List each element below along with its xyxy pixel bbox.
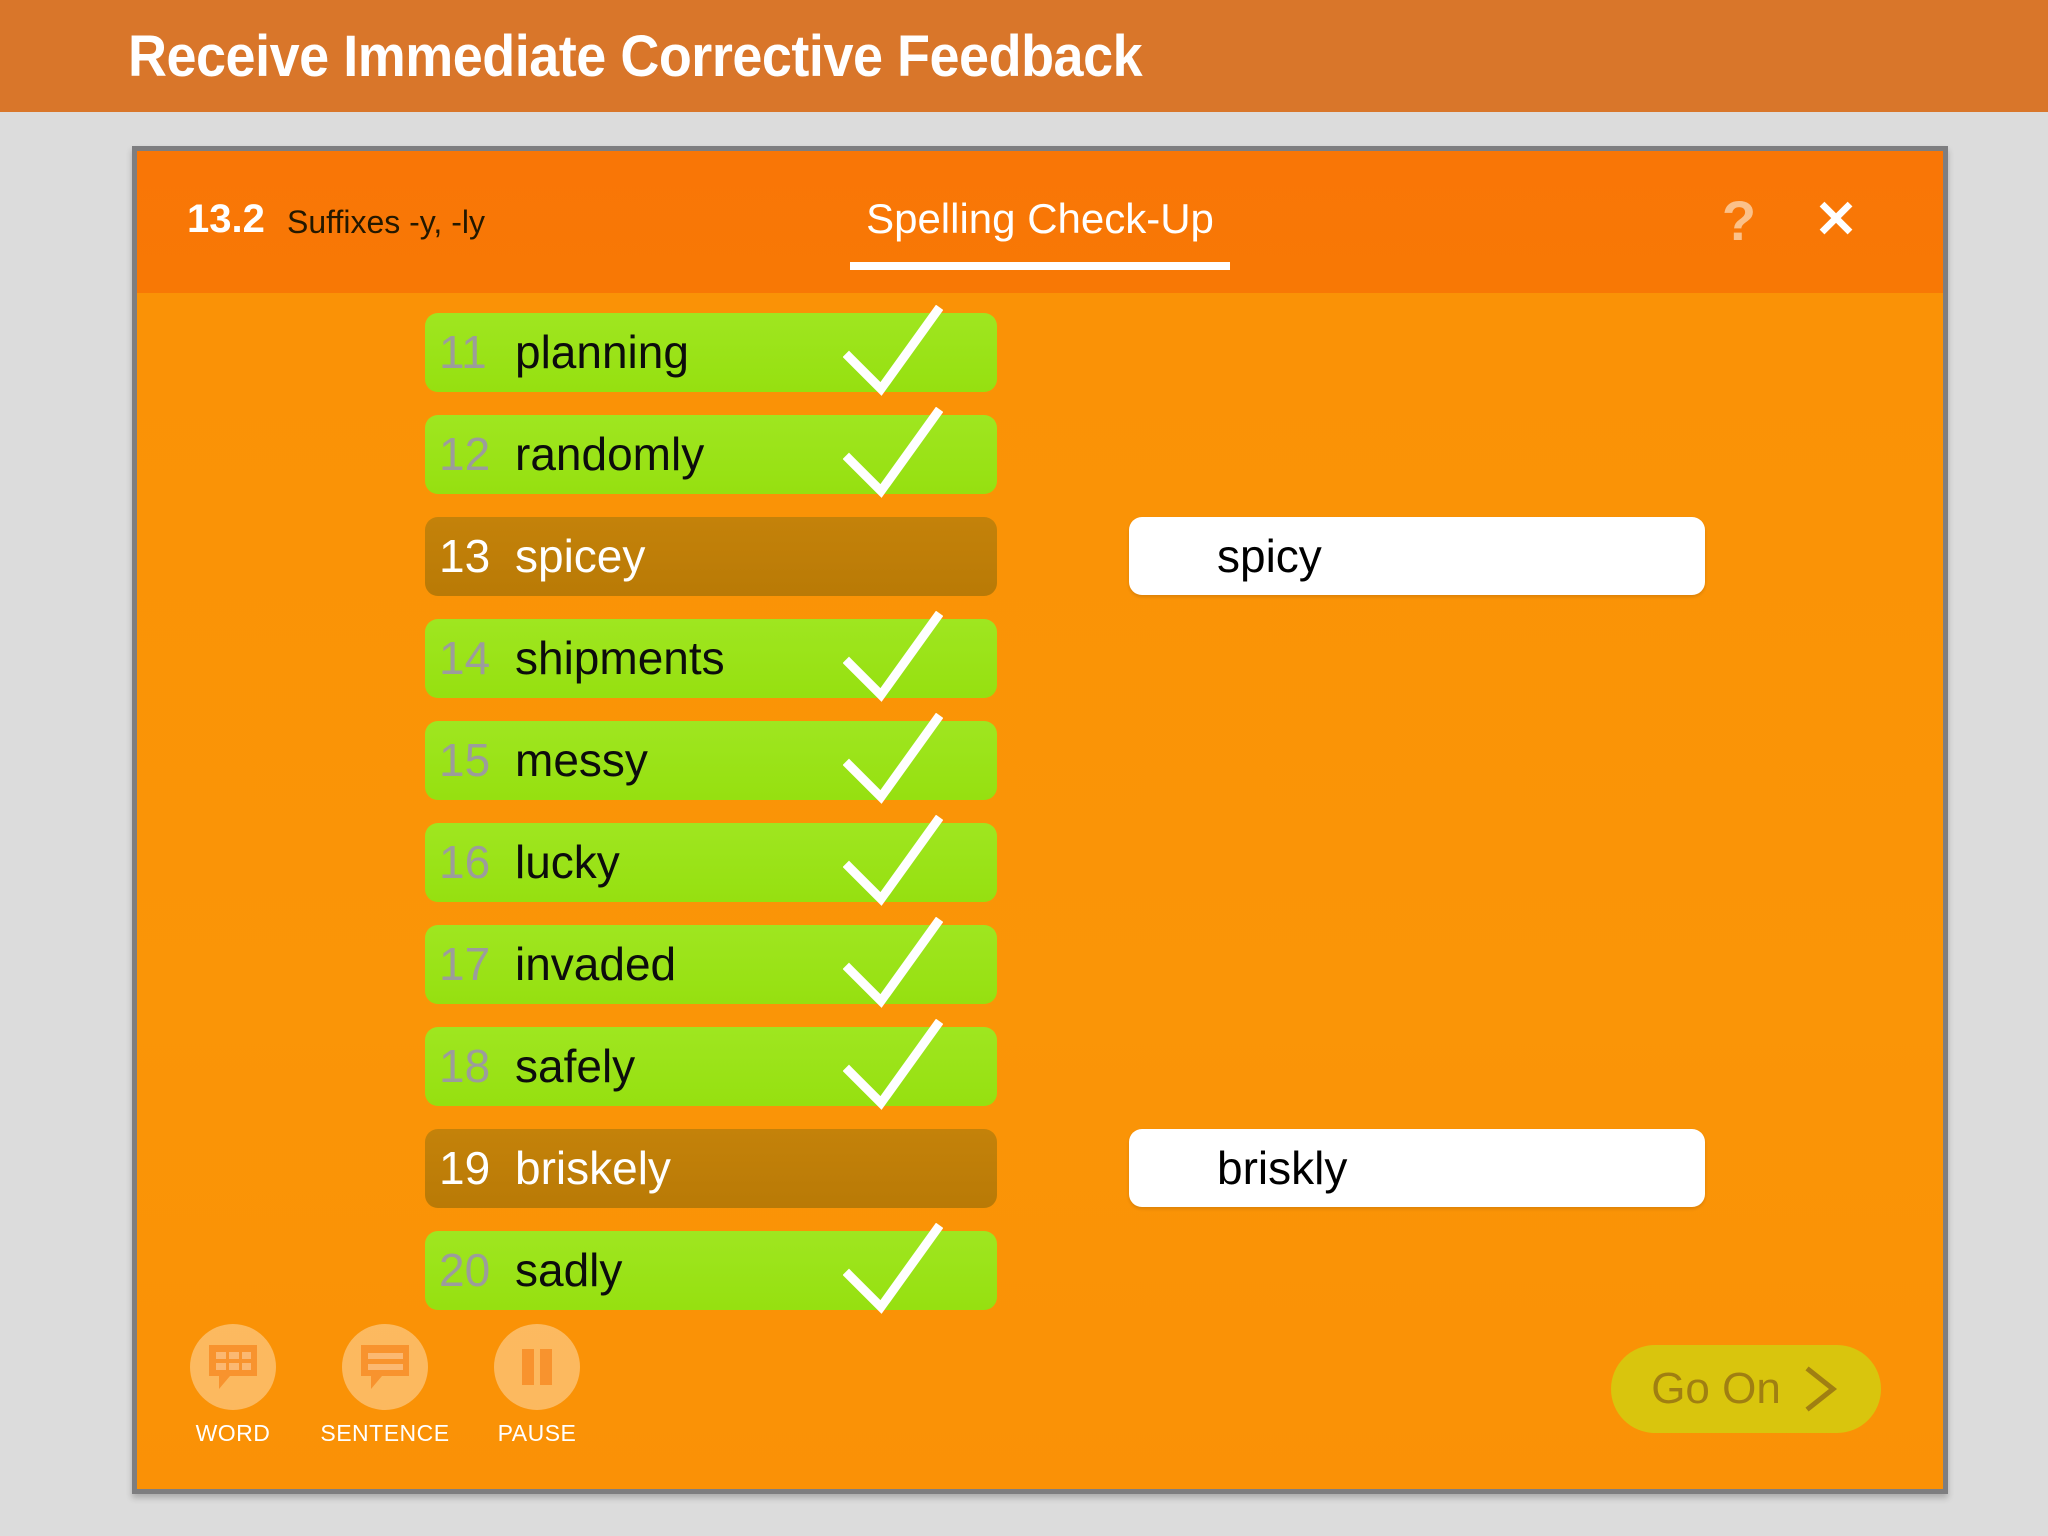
correction-box: spicy	[1129, 517, 1705, 595]
spelling-word-list: 11 planning 12 randomly 13 spicey spicy 14 shipm…	[425, 305, 1915, 1333]
checkmark-icon	[843, 1019, 943, 1111]
word-row-text: spicey	[515, 530, 646, 582]
lesson-number: 13.2	[187, 197, 265, 241]
word-row-index: 16	[439, 836, 491, 888]
word-chip-13[interactable]: 13 spicey	[425, 517, 997, 596]
word-row-index: 12	[439, 428, 491, 480]
word-row: 11 planning	[425, 305, 1915, 415]
word-chip-20[interactable]: 20 sadly	[425, 1223, 997, 1314]
checkmark-icon	[843, 1223, 943, 1315]
sentence-bubble-icon	[342, 1324, 428, 1410]
sentence-audio-button[interactable]: SENTENCE	[320, 1324, 450, 1447]
word-row-index: 17	[439, 938, 491, 990]
word-row-index: 14	[439, 632, 491, 684]
checkmark-icon	[843, 917, 943, 1009]
checkmark-icon	[843, 713, 943, 805]
page-banner: Receive Immediate Corrective Feedback	[0, 0, 2048, 112]
word-row: 20 sadly	[425, 1223, 1915, 1333]
go-on-label: Go On	[1651, 1364, 1781, 1413]
checkmark-icon	[843, 815, 943, 907]
word-row-index: 20	[439, 1244, 491, 1296]
go-on-button[interactable]: Go On	[1611, 1345, 1881, 1433]
word-bubble-icon	[190, 1324, 276, 1410]
word-row-text: invaded	[515, 938, 677, 990]
word-row-text: planning	[515, 326, 689, 378]
word-audio-button[interactable]: WORD	[169, 1324, 297, 1447]
window-header: 13.2 Suffixes -y, -ly Spelling Check-Up …	[137, 151, 1943, 293]
lesson-name: Suffixes -y, -ly	[287, 204, 485, 240]
page-title: Receive Immediate Corrective Feedback	[128, 23, 1143, 89]
word-row-index: 11	[439, 326, 487, 378]
pause-label: PAUSE	[497, 1420, 577, 1446]
activity-window: 13.2 Suffixes -y, -ly Spelling Check-Up …	[132, 146, 1948, 1494]
word-chip-12[interactable]: 12 randomly	[425, 407, 997, 498]
word-row-index: 18	[439, 1040, 491, 1092]
word-row: 19 briskely briskly	[425, 1129, 1915, 1231]
word-row: 12 randomly	[425, 407, 1915, 517]
activity-title-underline	[850, 262, 1230, 270]
word-chip-14[interactable]: 14 shipments	[425, 611, 997, 702]
word-chip-16[interactable]: 16 lucky	[425, 815, 997, 906]
word-row: 17 invaded	[425, 917, 1915, 1027]
word-row-text: shipments	[515, 632, 725, 684]
word-row-text: lucky	[515, 836, 620, 888]
word-row-text: messy	[515, 734, 648, 786]
correction-text: spicy	[1217, 530, 1322, 582]
pause-button[interactable]: PAUSE	[473, 1324, 601, 1447]
word-row-text: randomly	[515, 428, 705, 480]
word-chip-17[interactable]: 17 invaded	[425, 917, 997, 1008]
audio-toolbar: WORD SENTENCE PAUSE	[169, 1324, 601, 1447]
sentence-audio-label: SENTENCE	[320, 1420, 450, 1446]
word-row: 13 spicey spicy	[425, 517, 1915, 619]
word-row-index: 19	[439, 1142, 491, 1194]
help-icon[interactable]: ?	[1711, 189, 1767, 253]
checkmark-icon	[843, 305, 943, 397]
word-row-text: briskely	[515, 1142, 671, 1194]
word-row: 18 safely	[425, 1019, 1915, 1129]
word-audio-label: WORD	[195, 1420, 271, 1446]
correction-text: briskly	[1217, 1142, 1348, 1194]
word-chip-18[interactable]: 18 safely	[425, 1019, 997, 1110]
close-icon[interactable]: ✕	[1807, 189, 1865, 253]
activity-title: Spelling Check-Up	[866, 195, 1214, 242]
word-row-text: safely	[515, 1040, 636, 1092]
chevron-right-icon	[1805, 1366, 1837, 1412]
correction-box: briskly	[1129, 1129, 1705, 1207]
word-row-index: 15	[439, 734, 491, 786]
word-row: 14 shipments	[425, 611, 1915, 721]
word-chip-19[interactable]: 19 briskely	[425, 1129, 997, 1208]
word-chip-11[interactable]: 11 planning	[425, 305, 997, 396]
word-row-index: 13	[439, 530, 491, 582]
checkmark-icon	[843, 407, 943, 499]
word-row: 16 lucky	[425, 815, 1915, 925]
word-row: 15 messy	[425, 713, 1915, 823]
window-body: 11 planning 12 randomly 13 spicey spicy 14 shipm…	[137, 293, 1943, 1489]
checkmark-icon	[843, 611, 943, 703]
word-row-text: sadly	[515, 1244, 623, 1296]
pause-icon	[494, 1324, 580, 1410]
word-chip-15[interactable]: 15 messy	[425, 713, 997, 804]
